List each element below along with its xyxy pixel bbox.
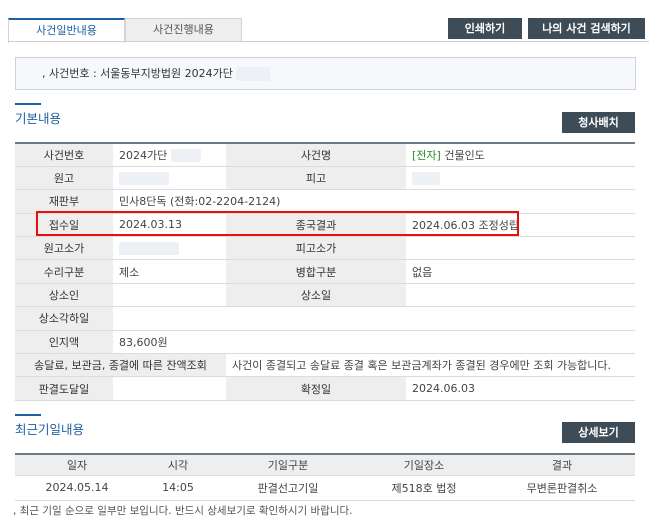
case-tabs: 사건일반내용 사건진행내용 [8, 18, 242, 43]
my-case-search-button[interactable]: 나의 사건 검색하기 [528, 18, 645, 39]
label-stamp-fee: 인지액 [15, 330, 113, 355]
label-division: 재판부 [15, 189, 113, 214]
label-finalized-date: 확정일 [226, 376, 406, 401]
label-appeal-dismissal-date: 상소각하일 [15, 306, 113, 331]
label-defendant-claim-value: 피고소가 [226, 236, 406, 261]
table-row: 상소인 상소일 [15, 283, 635, 308]
value-appeal-date [406, 283, 635, 308]
value-stamp-fee: 83,600원 [113, 330, 635, 355]
table-row: 상소각하일 [15, 306, 635, 331]
redacted-block [412, 171, 440, 185]
view-details-button[interactable]: 상세보기 [562, 422, 635, 443]
label-appellant: 상소인 [15, 283, 113, 308]
print-button[interactable]: 인쇄하기 [448, 18, 522, 39]
value-merge-type: 없음 [406, 259, 635, 284]
value-defendant [406, 166, 635, 191]
recent-section-title: 최근기일내용 [15, 414, 84, 438]
banner-prefix: , [42, 67, 46, 80]
cell-time: 14:05 [139, 475, 217, 501]
col-result: 결과 [489, 454, 635, 476]
table-row: 인지액 83,600원 [15, 330, 635, 355]
electronic-tag: [전자] [412, 148, 441, 162]
redacted-block [170, 149, 201, 163]
cell-result: 무변론판결취소 [489, 475, 635, 501]
value-defendant-claim-value [406, 236, 635, 261]
tab-progress[interactable]: 사건진행내용 [125, 18, 242, 42]
label-plaintiff: 원고 [15, 166, 113, 191]
label-defendant: 피고 [226, 166, 406, 191]
cell-hearing-type: 판결선고기일 [217, 475, 359, 501]
table-row: 재판부 민사8단독 (전화:02-2204-2124) [15, 189, 635, 214]
table-row: 2024.05.14 14:05 판결선고기일 제518호 법정 무변론판결취소 [15, 475, 635, 501]
table-row: 수리구분 제소 병합구분 없음 [15, 259, 635, 284]
label-acceptance-type: 수리구분 [15, 259, 113, 284]
redacted-block [119, 242, 179, 255]
banner-case-number: 사건번호 : 서울동부지방법원 2024가단 [49, 67, 233, 80]
value-acceptance-type: 제소 [113, 259, 226, 284]
value-judgment-delivery-date [113, 376, 226, 401]
tab-divider [8, 41, 649, 42]
recent-note: , 최근 기일 순으로 일부만 보입니다. 반드시 상세보기로 확인하시기 바랍… [13, 505, 353, 517]
basic-info-table: 사건번호 2024가단 사건명 [전자] 건물인도 원고 피고 재판부 민사8단… [15, 142, 635, 401]
label-plaintiff-claim-value: 원고소가 [15, 236, 113, 261]
highlight-box [36, 211, 519, 236]
table-row: 원고소가 피고소가 [15, 236, 635, 261]
label-case-name: 사건명 [226, 143, 406, 167]
col-date: 일자 [15, 454, 139, 476]
table-row: 판결도달일 확정일 2024.06.03 [15, 376, 635, 401]
label-appeal-date: 상소일 [226, 283, 406, 308]
value-plaintiff [113, 166, 226, 191]
tab-general[interactable]: 사건일반내용 [8, 18, 125, 43]
value-division: 민사8단독 (전화:02-2204-2124) [113, 189, 635, 214]
table-header-row: 일자 시각 기일구분 기일장소 결과 [15, 454, 635, 476]
value-appeal-dismissal-date [113, 306, 635, 331]
col-hearing-type: 기일구분 [217, 454, 359, 476]
col-time: 시각 [139, 454, 217, 476]
value-case-name: [전자] 건물인도 [406, 143, 635, 167]
label-merge-type: 병합구분 [226, 259, 406, 284]
value-plaintiff-claim-value [113, 236, 226, 261]
value-balance-inquiry: 사건이 종결되고 송달료 종결 혹은 보관금계좌가 종결된 경우에만 조회 가능… [226, 353, 635, 378]
table-row: 원고 피고 [15, 166, 635, 191]
cell-location: 제518호 법정 [359, 475, 489, 501]
value-case-number: 2024가단 [113, 143, 226, 167]
label-balance-inquiry: 송달료, 보관금, 종결에 따른 잔액조회 [15, 353, 226, 378]
courtroom-layout-button[interactable]: 청사배치 [562, 112, 635, 133]
value-appellant [113, 283, 226, 308]
value-finalized-date: 2024.06.03 [406, 376, 635, 401]
recent-hearing-table: 일자 시각 기일구분 기일장소 결과 2024.05.14 14:05 판결선고… [15, 453, 635, 501]
label-judgment-delivery-date: 판결도달일 [15, 376, 113, 401]
redacted-block [236, 67, 271, 81]
table-row: 송달료, 보관금, 종결에 따른 잔액조회 사건이 종결되고 송달료 종결 혹은… [15, 353, 635, 378]
redacted-block [119, 171, 169, 185]
basic-section-title: 기본내용 [15, 103, 61, 127]
table-row: 사건번호 2024가단 사건명 [전자] 건물인도 [15, 143, 635, 167]
case-number-banner: , 사건번호 : 서울동부지방법원 2024가단 [15, 57, 636, 90]
col-location: 기일장소 [359, 454, 489, 476]
cell-date: 2024.05.14 [15, 475, 139, 501]
label-case-number: 사건번호 [15, 143, 113, 167]
